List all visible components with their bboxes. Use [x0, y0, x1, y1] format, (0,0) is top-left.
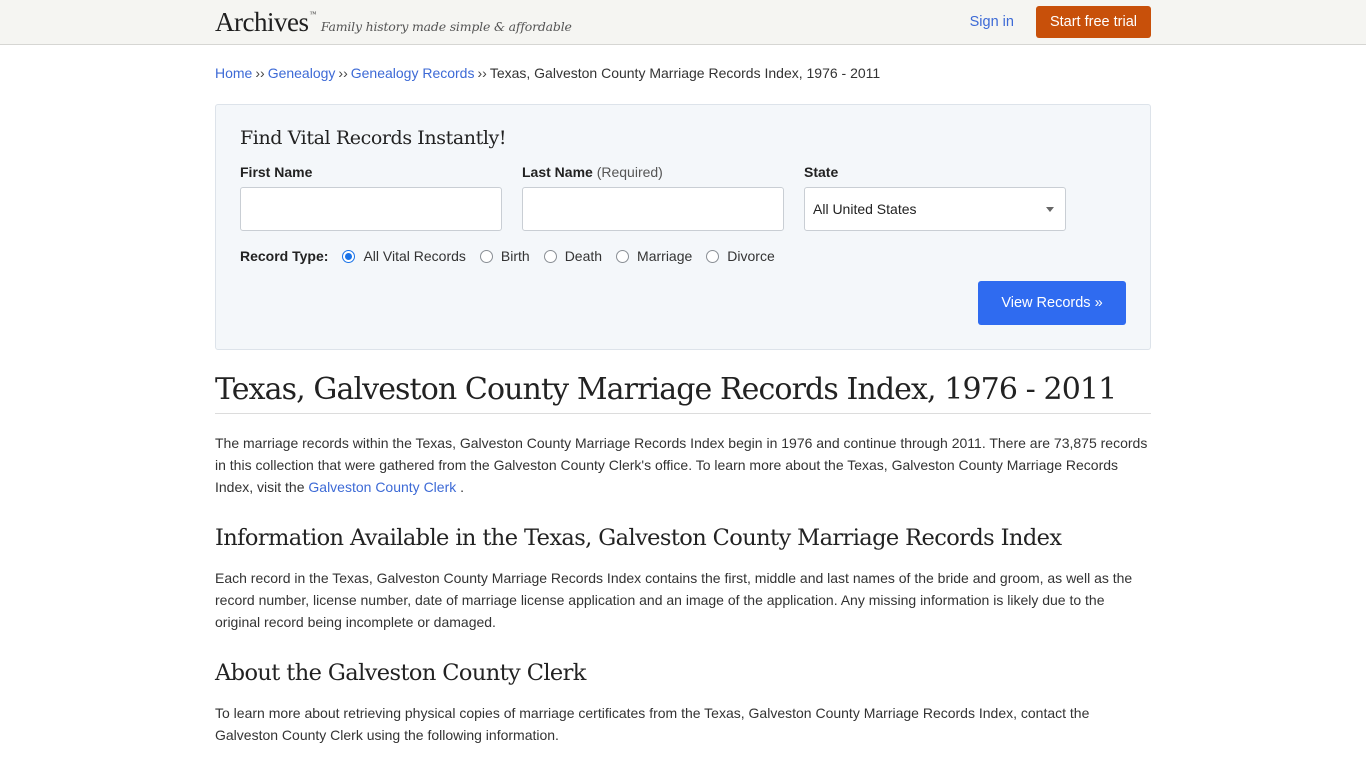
required-note: (Required) — [596, 164, 663, 180]
radio-unchecked-icon[interactable] — [706, 249, 720, 263]
state-selected-value: All United States — [813, 201, 917, 217]
view-records-button[interactable]: View Records » — [978, 281, 1126, 325]
breadcrumb-genealogy[interactable]: Genealogy — [268, 65, 336, 81]
state-field-group: State All United States — [804, 164, 1066, 231]
brand-home-link[interactable]: Archives™ Family history made simple & a… — [215, 0, 572, 44]
radio-unchecked-icon[interactable] — [479, 249, 493, 263]
breadcrumb-home[interactable]: Home — [215, 65, 252, 81]
section-body-about-clerk: To learn more about retrieving physical … — [215, 705, 1090, 743]
intro-paragraph: The marriage records within the Texas, G… — [215, 435, 1148, 495]
search-form-title: Find Vital Records Instantly! — [240, 127, 507, 149]
last-name-input[interactable] — [522, 187, 784, 231]
breadcrumb-separator: ›› — [255, 65, 265, 81]
breadcrumb-current: Texas, Galveston County Marriage Records… — [489, 65, 881, 81]
radio-all-vital-records[interactable]: All Vital Records — [342, 248, 466, 264]
breadcrumb: Home ›› Genealogy ›› Genealogy Records ›› Texa… — [215, 64, 1151, 82]
section-title-information-available: Information Available in the Texas, Galv… — [215, 525, 1062, 551]
radio-divorce[interactable]: Divorce — [706, 248, 775, 264]
record-type-label: Record Type: — [240, 248, 329, 264]
section-title-about-clerk: About the Galveston County Clerk — [215, 660, 586, 686]
record-type-group: Record Type: All Vital Records Birth Dea… — [240, 248, 1126, 264]
radio-birth[interactable]: Birth — [479, 248, 530, 264]
radio-death[interactable]: Death — [543, 248, 602, 264]
page-title: Texas, Galveston County Marriage Records… — [215, 372, 1151, 414]
breadcrumb-separator: ›› — [338, 65, 348, 81]
sign-in-link[interactable]: Sign in — [970, 14, 1014, 30]
radio-marriage[interactable]: Marriage — [616, 248, 692, 264]
tagline: Family history made simple & affordable — [320, 19, 572, 34]
section-body-information-available: Each record in the Texas, Galveston Coun… — [215, 570, 1133, 630]
dropdown-caret-icon — [1046, 206, 1054, 212]
radio-checked-icon[interactable] — [342, 249, 356, 263]
start-free-trial-button[interactable]: Start free trial — [1035, 6, 1151, 38]
last-name-field-group: Last Name (Required) — [522, 164, 784, 231]
radio-unchecked-icon[interactable] — [616, 249, 630, 263]
galveston-county-clerk-link[interactable]: Galveston County Clerk — [308, 479, 456, 495]
last-name-label: Last Name (Required) — [522, 164, 663, 180]
state-select[interactable]: All United States — [804, 187, 1066, 231]
archives-logo: Archives™ — [215, 7, 316, 37]
first-name-label: First Name — [240, 164, 313, 180]
main-content: Home ›› Genealogy ›› Genealogy Records ›› Texa… — [215, 64, 1151, 746]
first-name-field-group: First Name — [240, 164, 502, 231]
first-name-input[interactable] — [240, 187, 502, 231]
radio-unchecked-icon[interactable] — [543, 249, 557, 263]
trademark-icon: ™ — [309, 10, 316, 18]
article: Texas, Galveston County Marriage Records… — [215, 372, 1151, 746]
state-label: State — [804, 164, 839, 180]
top-navigation-bar: Archives™ Family history made simple & a… — [0, 0, 1366, 45]
vital-records-search-form: Find Vital Records Instantly! First Name… — [215, 104, 1151, 350]
breadcrumb-genealogy-records[interactable]: Genealogy Records — [351, 65, 475, 81]
breadcrumb-separator: ›› — [477, 65, 487, 81]
